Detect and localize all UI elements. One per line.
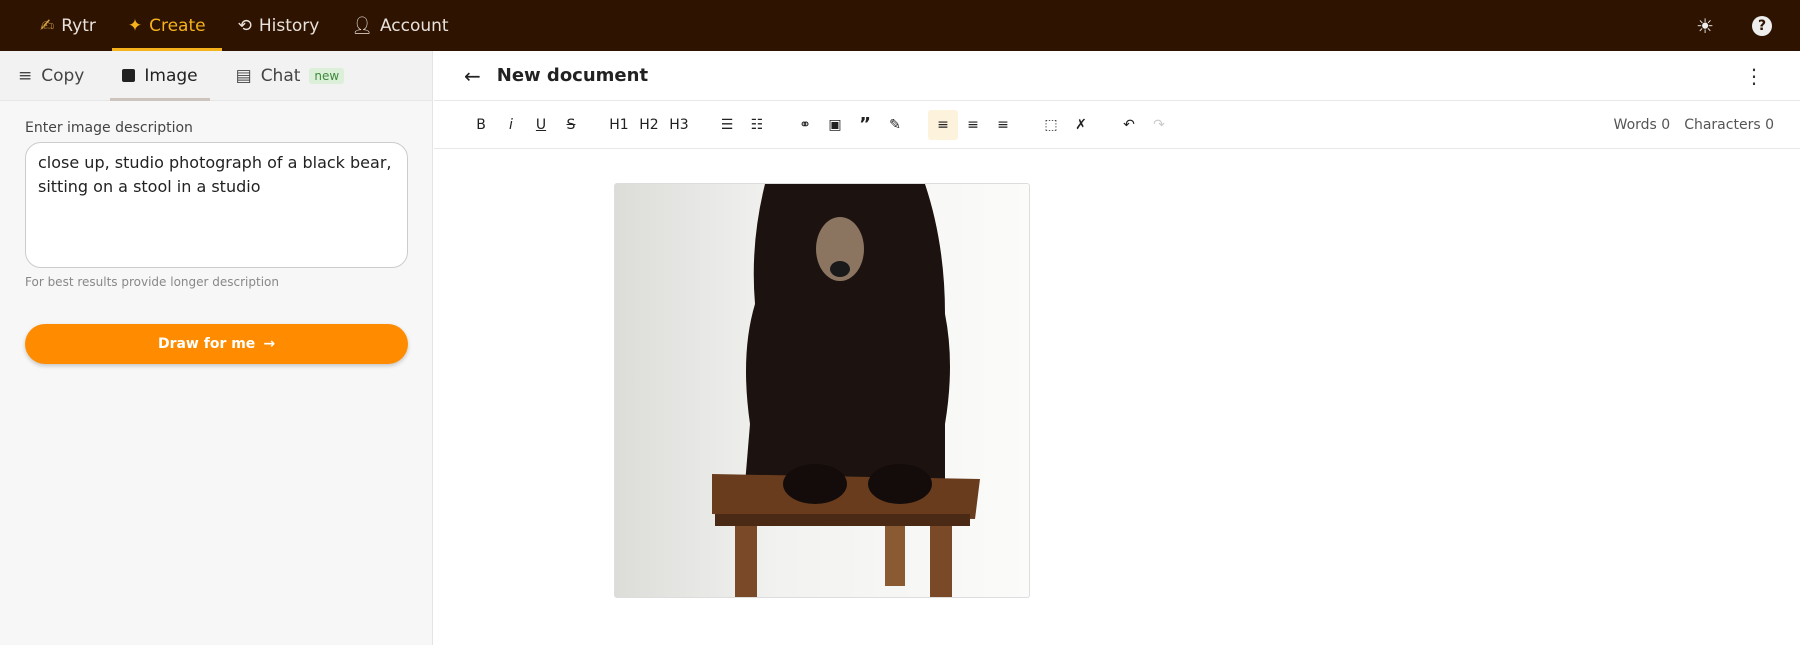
undo-icon[interactable]: ↶	[1114, 110, 1144, 140]
image-icon	[122, 69, 136, 82]
align-left-icon[interactable]: ≡	[928, 109, 958, 140]
character-count: Characters 0	[1684, 116, 1774, 133]
insert-image-icon[interactable]: ▣	[820, 110, 850, 140]
tab-copy[interactable]: ≡ Copy	[6, 51, 96, 100]
nav-create[interactable]: ✦ Create	[111, 0, 222, 51]
rytr-logo-icon: ✍	[40, 15, 55, 36]
select-all-icon[interactable]: ⬚	[1036, 110, 1066, 140]
sidebar: ≡ Copy Image ▤ Chat new Enter image descrip…	[0, 51, 433, 645]
format-toolbar: B i U S H1 H2 H3 ☰ ☷ ⚭ ▣ ” ✎ ≡ ≡ ≡ ⬚ ✗ ↶…	[434, 101, 1800, 149]
h2-button[interactable]: H2	[634, 110, 664, 140]
generated-bear-image[interactable]	[614, 183, 1030, 598]
user-icon: 👤︎	[351, 15, 373, 36]
document-title[interactable]: New document	[497, 65, 648, 86]
nav-history[interactable]: ⟲ History	[222, 0, 336, 51]
align-center-icon[interactable]: ≡	[958, 110, 988, 140]
bold-button[interactable]: B	[466, 110, 496, 140]
tab-image[interactable]: Image	[110, 51, 210, 101]
bear-illustration	[712, 184, 980, 597]
new-badge: new	[309, 67, 345, 84]
tab-chat[interactable]: ▤ Chat new	[224, 51, 357, 100]
theme-toggle-icon[interactable]: ☀	[1696, 14, 1714, 38]
numbered-list-icon[interactable]: ☷	[742, 110, 772, 140]
arrow-right-icon: →	[263, 336, 276, 352]
underline-button[interactable]: U	[526, 110, 556, 140]
clear-format-icon[interactable]: ✗	[1066, 110, 1096, 140]
chat-icon: ▤	[235, 65, 252, 86]
lines-icon: ≡	[18, 65, 33, 86]
strikethrough-button[interactable]: S	[556, 110, 586, 140]
quote-icon[interactable]: ”	[850, 110, 880, 140]
description-input[interactable]: close up, studio photograph of a black b…	[25, 142, 408, 268]
draw-button[interactable]: Draw for me →	[25, 324, 408, 364]
sparkle-icon: ✦	[127, 15, 143, 36]
more-options-icon[interactable]: ⋮	[1744, 64, 1764, 88]
nav-account[interactable]: 👤︎ Account	[335, 0, 464, 51]
help-icon[interactable]: ?	[1752, 15, 1772, 36]
history-icon: ⟲	[237, 15, 252, 36]
highlight-pen-icon[interactable]: ✎	[880, 110, 910, 140]
description-label: Enter image description	[25, 120, 193, 136]
back-arrow-icon[interactable]: ←	[464, 64, 481, 88]
top-nav: ✍ Rytr ✦ Create ⟲ History 👤︎ Account ☀ ?	[0, 0, 1800, 51]
link-icon[interactable]: ⚭	[790, 110, 820, 140]
brand-link[interactable]: ✍ Rytr	[24, 0, 112, 51]
redo-icon[interactable]: ↷	[1144, 110, 1174, 140]
bullet-list-icon[interactable]: ☰	[712, 110, 742, 140]
h3-button[interactable]: H3	[664, 110, 694, 140]
align-right-icon[interactable]: ≡	[988, 110, 1018, 140]
italic-button[interactable]: i	[496, 110, 526, 140]
description-hint: For best results provide longer descript…	[25, 275, 279, 289]
editor: ← New document ⋮ B i U S H1 H2 H3 ☰ ☷ ⚭ …	[434, 51, 1800, 645]
word-count: Words 0	[1613, 116, 1671, 133]
h1-button[interactable]: H1	[604, 110, 634, 140]
